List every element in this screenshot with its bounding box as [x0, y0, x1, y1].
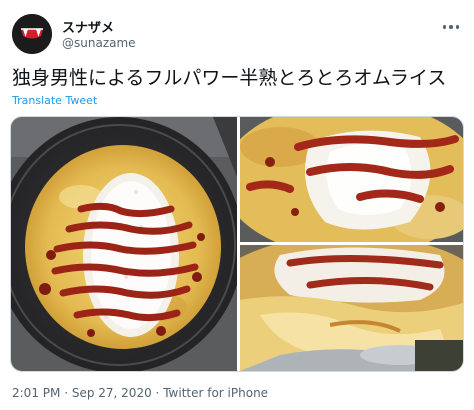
tweet-header: スナザメ @sunazame: [12, 12, 462, 56]
omurice-in-pan-photo[interactable]: [11, 117, 237, 371]
tweet-meta: 2:01 PM · Sep 27, 2020 · Twitter for iPh…: [12, 386, 268, 400]
tweet-source[interactable]: Twitter for iPhone: [163, 386, 268, 400]
tweet-time[interactable]: 2:01 PM: [12, 386, 60, 400]
author-display-name[interactable]: スナザメ: [62, 17, 114, 36]
fanged-mouth-icon: [12, 14, 52, 54]
omurice-closeup-photo[interactable]: [240, 117, 463, 242]
author-handle[interactable]: @sunazame: [62, 36, 136, 50]
tweet-date[interactable]: Sep 27, 2020: [72, 386, 152, 400]
translate-tweet-link[interactable]: Translate Tweet: [12, 94, 97, 107]
tweet-text: 独身男性によるフルパワー半熟とろとろオムライス: [12, 67, 447, 89]
omurice-cut-photo[interactable]: [240, 245, 463, 371]
author-avatar[interactable]: [12, 14, 52, 54]
more-icon[interactable]: [440, 20, 462, 34]
tweet-media-grid: [10, 116, 464, 372]
